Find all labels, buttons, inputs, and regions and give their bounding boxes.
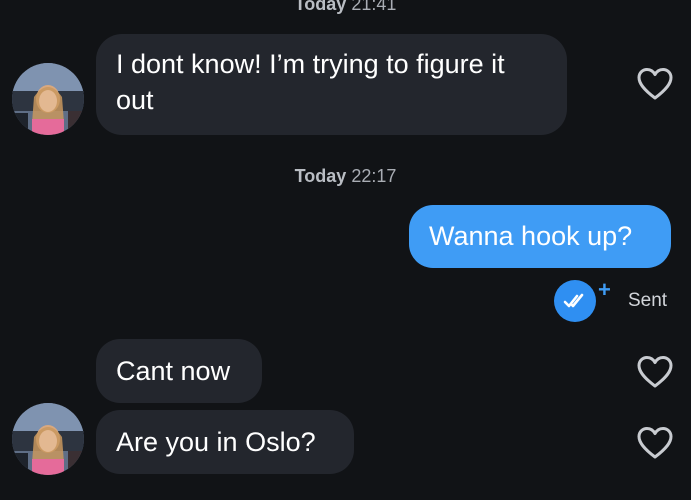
timestamp-time: 21:41 bbox=[351, 0, 397, 14]
avatar[interactable] bbox=[12, 63, 84, 135]
heart-outline-icon[interactable] bbox=[637, 355, 673, 389]
timestamp-divider: Today 21:41 bbox=[0, 0, 691, 15]
message-text: I dont know! I’m trying to figure it out bbox=[116, 49, 505, 115]
message-bubble-incoming[interactable]: I dont know! I’m trying to figure it out bbox=[96, 34, 567, 135]
timestamp-time: 22:17 bbox=[351, 166, 397, 186]
delivery-status: Sent bbox=[628, 290, 668, 311]
double-check-icon bbox=[554, 280, 596, 322]
heart-outline-icon[interactable] bbox=[637, 67, 673, 101]
avatar[interactable] bbox=[12, 403, 84, 475]
message-bubble-outgoing[interactable]: Wanna hook up? bbox=[409, 205, 671, 268]
message-bubble-incoming[interactable]: Are you in Oslo? bbox=[96, 410, 354, 474]
message-text: Wanna hook up? bbox=[429, 221, 633, 251]
timestamp-day: Today bbox=[294, 166, 347, 186]
heart-outline-icon[interactable] bbox=[637, 426, 673, 460]
message-bubble-incoming[interactable]: Cant now bbox=[96, 339, 262, 403]
message-text: Are you in Oslo? bbox=[116, 427, 316, 457]
plus-icon[interactable]: + bbox=[598, 279, 611, 301]
timestamp-divider: Today 22:17 bbox=[0, 166, 691, 187]
timestamp-day: Today bbox=[294, 0, 347, 14]
message-text: Cant now bbox=[116, 356, 231, 386]
